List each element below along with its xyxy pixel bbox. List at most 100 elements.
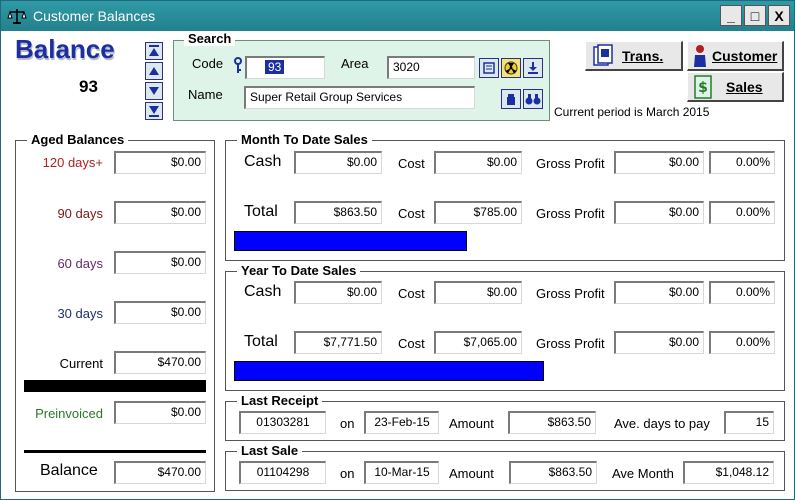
last-receipt-on-label: on — [340, 416, 355, 431]
aged-current-value[interactable]: $470.00 — [114, 351, 206, 374]
last-arrow-icon — [149, 106, 159, 117]
mtd-cash-gp-label: Gross Profit — [536, 156, 605, 171]
name-label: Name — [188, 87, 223, 102]
ytd-progress-bar — [234, 361, 544, 381]
up-arrow-icon — [149, 67, 159, 75]
ytd-total-cost[interactable]: $7,065.00 — [434, 331, 522, 354]
ytd-cash-cost-label: Cost — [398, 286, 425, 301]
code-label: Code — [192, 56, 224, 71]
code-value: 93 — [265, 60, 285, 74]
period-text: Current period is March 2015 — [554, 105, 710, 119]
aged-60-value[interactable]: $0.00 — [114, 251, 206, 274]
key-icon — [234, 57, 242, 73]
mtd-cash-pct[interactable]: 0.00% — [709, 151, 775, 174]
person-icon — [694, 44, 706, 67]
mtd-total-cost-label: Cost — [398, 206, 425, 221]
ytd-cash-label: Cash — [244, 283, 282, 300]
last-sale-title: Last Sale — [237, 443, 303, 458]
customer-balances-window: Customer Balances _ □ X Balance 93 Searc… — [0, 0, 795, 500]
ytd-cash-gp-label: Gross Profit — [536, 286, 605, 301]
ytd-cash-value[interactable]: $0.00 — [294, 281, 382, 304]
dollar-icon: $ — [694, 74, 712, 99]
maximize-button[interactable]: □ — [744, 5, 766, 26]
area-download-button[interactable] — [523, 58, 543, 78]
radiation-icon — [504, 61, 518, 75]
mtd-cash-cost-label: Cost — [398, 156, 425, 171]
trans-button[interactable]: Trans. — [585, 41, 683, 71]
mtd-total-label: Total — [244, 203, 278, 220]
name-input[interactable]: Super Retail Group Services — [244, 86, 475, 109]
search-group-title: Search — [184, 31, 236, 46]
sales-button[interactable]: $ Sales — [687, 72, 784, 102]
last-sale-amount[interactable]: $863.50 — [509, 461, 597, 484]
customer-button[interactable]: Customer — [687, 41, 784, 71]
sales-button-label: Sales — [726, 78, 763, 95]
page-title: Balance — [15, 34, 115, 64]
ave-month-label: Ave Month — [612, 466, 674, 481]
mtd-total-gp[interactable]: $0.00 — [614, 201, 704, 224]
ave-month-value[interactable]: $1,048.12 — [683, 461, 774, 484]
last-record-button[interactable] — [145, 102, 163, 120]
last-sale-amount-label: Amount — [449, 466, 494, 481]
preinvoiced-value[interactable]: $0.00 — [114, 401, 206, 424]
first-record-button[interactable] — [145, 42, 163, 60]
ytd-total-label: Total — [244, 333, 278, 350]
ytd-cash-cost[interactable]: $0.00 — [434, 281, 522, 304]
advanced-search-button[interactable] — [523, 89, 543, 109]
binoculars-icon — [525, 94, 541, 105]
previous-record-button[interactable] — [145, 62, 163, 80]
next-record-button[interactable] — [145, 82, 163, 100]
ytd-total-pct[interactable]: 0.00% — [709, 331, 775, 354]
aged-90-value[interactable]: $0.00 — [114, 201, 206, 224]
search-button[interactable] — [501, 89, 521, 109]
balance-divider — [24, 450, 206, 453]
trans-button-label: Trans. — [622, 47, 664, 64]
mtd-cash-cost[interactable]: $0.00 — [434, 151, 522, 174]
code-input[interactable]: 93 — [245, 56, 325, 79]
ytd-total-cost-label: Cost — [398, 336, 425, 351]
binocular-icon — [507, 94, 515, 105]
aged-current-label: Current — [59, 356, 103, 371]
last-receipt-number[interactable]: 01303281 — [239, 411, 326, 434]
mtd-progress-bar — [234, 231, 467, 251]
close-button[interactable]: X — [768, 5, 790, 26]
ave-days-value[interactable]: 15 — [724, 411, 774, 434]
last-receipt-date[interactable]: 23-Feb-15 — [364, 411, 439, 434]
last-receipt-amount[interactable]: $863.50 — [508, 411, 596, 434]
customer-button-label: Customer — [712, 47, 778, 64]
mtd-total-pct[interactable]: 0.00% — [709, 201, 775, 224]
customer-number: 93 — [79, 77, 98, 96]
mtd-total-value[interactable]: $863.50 — [294, 201, 382, 224]
ytd-cash-pct[interactable]: 0.00% — [709, 281, 775, 304]
area-input[interactable]: 3020 — [387, 56, 475, 79]
scales-icon — [7, 9, 27, 24]
area-label: Area — [341, 56, 369, 71]
aged-120-value[interactable]: $0.00 — [114, 151, 206, 174]
down-arrow-icon — [149, 87, 159, 95]
minimize-button[interactable]: _ — [720, 5, 742, 26]
ytd-cash-gp[interactable]: $0.00 — [614, 281, 704, 304]
last-sale-on-label: on — [340, 466, 355, 481]
aged-balances-title: Aged Balances — [27, 132, 129, 147]
download-icon — [528, 62, 538, 74]
ytd-total-gp[interactable]: $0.00 — [614, 331, 704, 354]
ytd-title: Year To Date Sales — [237, 263, 361, 278]
aged-90-label: 90 days — [57, 206, 103, 221]
aged-30-value[interactable]: $0.00 — [114, 301, 206, 324]
mtd-total-gp-label: Gross Profit — [536, 206, 605, 221]
ytd-total-gp-label: Gross Profit — [536, 336, 605, 351]
title-bar[interactable]: Customer Balances _ □ X — [1, 1, 794, 31]
area-lookup-button[interactable] — [479, 58, 499, 78]
area-filter-button[interactable] — [501, 58, 521, 78]
mtd-cash-value[interactable]: $0.00 — [294, 151, 382, 174]
last-sale-number[interactable]: 01104298 — [239, 461, 326, 484]
ytd-total-value[interactable]: $7,771.50 — [294, 331, 382, 354]
last-receipt-amount-label: Amount — [449, 416, 494, 431]
transactions-icon — [593, 43, 613, 66]
last-sale-date[interactable]: 10-Mar-15 — [364, 461, 439, 484]
window-title: Customer Balances — [33, 8, 156, 24]
balance-value[interactable]: $470.00 — [114, 461, 206, 484]
mtd-total-cost[interactable]: $785.00 — [434, 201, 522, 224]
mtd-cash-gp[interactable]: $0.00 — [614, 151, 704, 174]
balance-label: Balance — [40, 462, 98, 479]
